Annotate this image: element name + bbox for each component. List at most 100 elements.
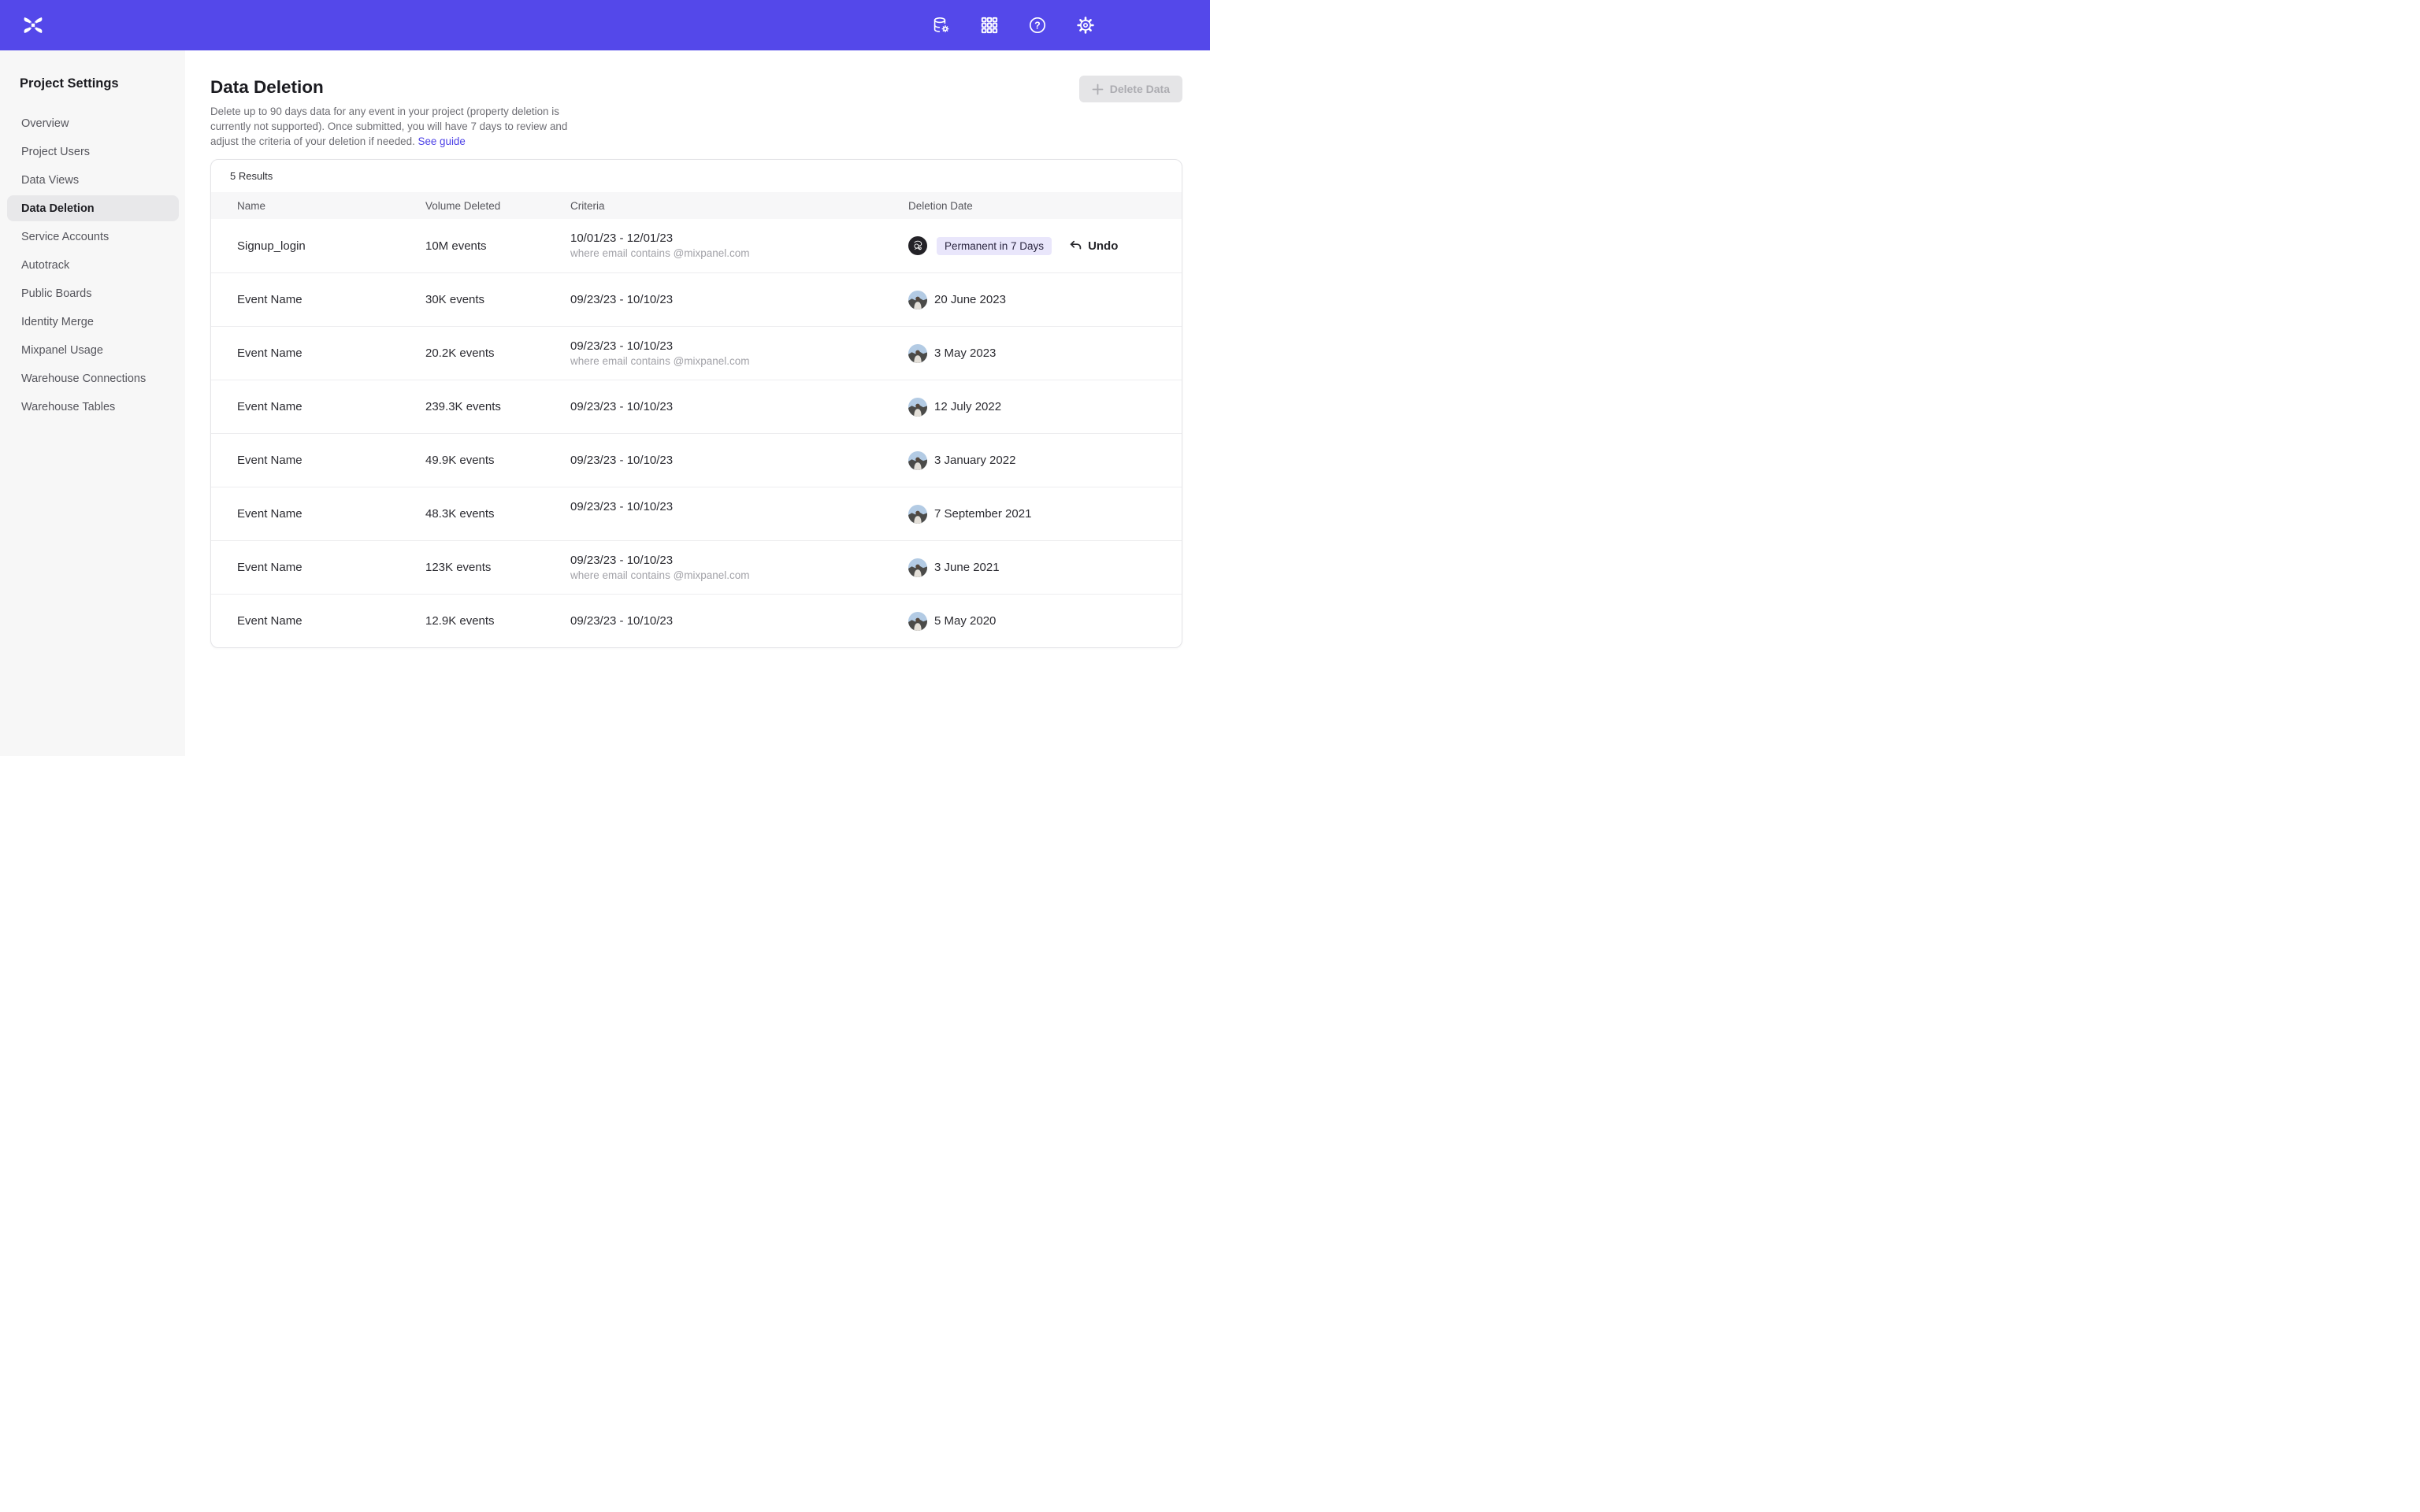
sidebar-item-label: Autotrack	[21, 259, 69, 272]
apps-grid-icon[interactable]	[980, 16, 999, 35]
volume-deleted-cell: 20.2K events	[425, 346, 570, 360]
delete-data-label: Delete Data	[1110, 83, 1170, 95]
criteria-date-range: 10/01/23 - 12/01/23	[570, 232, 908, 245]
sidebar-item-overview[interactable]: Overview	[7, 110, 179, 136]
user-photo-avatar	[908, 612, 927, 631]
undo-button[interactable]: Undo	[1069, 239, 1118, 253]
table-row: Event Name239.3K events09/23/23 - 10/10/…	[211, 380, 1182, 433]
criteria-cell: 10/01/23 - 12/01/23where email contains …	[570, 232, 908, 260]
sidebar-item-label: Data Views	[21, 174, 79, 187]
status-badge: Permanent in 7 Days	[937, 237, 1052, 255]
criteria-date-range: 09/23/23 - 10/10/23	[570, 500, 908, 513]
user-photo-avatar	[908, 558, 927, 577]
volume-deleted-cell: 49.9K events	[425, 454, 570, 467]
results-count: 5 Results	[211, 160, 1182, 192]
help-icon[interactable]: ?	[1028, 16, 1047, 35]
column-header-name: Name	[237, 200, 425, 212]
sidebar-item-label: Data Deletion	[21, 202, 95, 215]
undo-label: Undo	[1088, 239, 1118, 253]
sidebar-item-identity-merge[interactable]: Identity Merge	[7, 309, 179, 335]
sidebar-item-label: Public Boards	[21, 287, 91, 300]
event-name-cell: Event Name	[237, 614, 425, 628]
event-name-cell: Event Name	[237, 507, 425, 521]
table-row: Signup_login10M events10/01/23 - 12/01/2…	[211, 219, 1182, 272]
criteria-date-range: 09/23/23 - 10/10/23	[570, 400, 908, 413]
sidebar-item-list: Overview Project Users Data Views Data Dele…	[0, 110, 185, 420]
criteria-filter: where email contains @mixpanel.com	[570, 355, 908, 368]
navbar-icon-group: ?	[932, 0, 1095, 50]
table-row: Event Name49.9K events09/23/23 - 10/10/2…	[211, 433, 1182, 487]
volume-deleted-cell: 48.3K events	[425, 507, 570, 521]
user-photo-avatar	[908, 344, 927, 363]
criteria-cell: 09/23/23 - 10/10/23	[570, 293, 908, 306]
sidebar-item-mixpanel-usage[interactable]: Mixpanel Usage	[7, 337, 179, 363]
sidebar-item-data-views[interactable]: Data Views	[7, 167, 179, 193]
deletion-date-cell: 20 June 2023	[908, 291, 1163, 309]
see-guide-link[interactable]: See guide	[418, 135, 466, 147]
sidebar-item-label: Overview	[21, 117, 69, 130]
deletion-date-text: 3 January 2022	[934, 454, 1015, 467]
user-photo-avatar	[908, 505, 927, 524]
event-name-cell: Event Name	[237, 293, 425, 306]
user-photo-avatar	[908, 451, 927, 470]
table-row: Event Name48.3K events09/23/23 - 10/10/2…	[211, 487, 1182, 540]
dark-illustration-avatar	[908, 236, 927, 255]
sidebar-item-warehouse-connections[interactable]: Warehouse Connections	[7, 365, 179, 391]
criteria-cell: 09/23/23 - 10/10/23 where email contains …	[570, 339, 908, 368]
sidebar-item-public-boards[interactable]: Public Boards	[7, 280, 179, 306]
deletion-date-cell: 3 May 2023	[908, 344, 1163, 363]
deletion-date-text: 12 July 2022	[934, 400, 1001, 413]
page-description: Delete up to 90 days data for any event …	[210, 104, 1182, 149]
column-header-volume-deleted: Volume Deleted	[425, 200, 570, 212]
volume-deleted-cell: 239.3K events	[425, 400, 570, 413]
deletion-date-text: 20 June 2023	[934, 293, 1006, 306]
criteria-cell: 09/23/23 - 10/10/23	[570, 500, 908, 528]
sidebar-item-warehouse-tables[interactable]: Warehouse Tables	[7, 394, 179, 420]
settings-gear-icon[interactable]	[1076, 16, 1095, 35]
volume-deleted-cell: 10M events	[425, 239, 570, 253]
volume-deleted-cell: 123K events	[425, 561, 570, 574]
sidebar-item-label: Identity Merge	[21, 316, 94, 328]
project-settings-sidebar: Project Settings Overview Project Users Da…	[0, 50, 185, 756]
volume-deleted-cell: 30K events	[425, 293, 570, 306]
deletion-date-cell: 7 September 2021	[908, 505, 1163, 524]
database-gear-icon[interactable]	[932, 16, 951, 35]
criteria-date-range: 09/23/23 - 10/10/23	[570, 454, 908, 467]
description-line: Delete up to 90 days data for any event …	[210, 104, 1182, 119]
delete-data-button[interactable]: Delete Data	[1079, 76, 1182, 102]
criteria-date-range: 09/23/23 - 10/10/23	[570, 339, 908, 353]
deletion-requests-card: 5 Results Name Volume Deleted Criteria D…	[210, 159, 1182, 648]
criteria-date-range: 09/23/23 - 10/10/23	[570, 614, 908, 628]
deletion-date-text: 3 June 2021	[934, 561, 1000, 574]
mixpanel-logo-icon[interactable]	[21, 13, 45, 37]
top-navbar: ?	[0, 0, 1210, 50]
column-header-deletion-date: Deletion Date	[908, 200, 1163, 212]
sidebar-item-project-users[interactable]: Project Users	[7, 139, 179, 165]
event-name-cell: Event Name	[237, 346, 425, 360]
criteria-filter: where email contains @mixpanel.com	[570, 569, 908, 582]
description-line-text: adjust the criteria of your deletion if …	[210, 135, 418, 147]
criteria-cell: 09/23/23 - 10/10/23	[570, 454, 908, 467]
user-photo-avatar	[908, 398, 927, 417]
deletion-date-text: 5 May 2020	[934, 614, 996, 628]
plus-icon	[1092, 83, 1104, 95]
sidebar-item-service-accounts[interactable]: Service Accounts	[7, 224, 179, 250]
description-line: currently not supported). Once submitted…	[210, 119, 1182, 134]
criteria-cell: 09/23/23 - 10/10/23	[570, 400, 908, 413]
deletion-date-cell: 12 July 2022	[908, 398, 1163, 417]
main-content: Data Deletion Delete up to 90 days data …	[185, 50, 1210, 756]
criteria-cell: 09/23/23 - 10/10/23where email contains …	[570, 554, 908, 582]
page-title: Data Deletion	[210, 78, 1182, 97]
event-name-cell: Event Name	[237, 454, 425, 467]
deletion-date-text: 3 May 2023	[934, 346, 996, 360]
deletion-date-cell: Permanent in 7 Days Undo	[908, 236, 1163, 255]
sidebar-item-data-deletion[interactable]: Data Deletion	[7, 195, 179, 221]
criteria-date-range: 09/23/23 - 10/10/23	[570, 293, 908, 306]
sidebar-heading: Project Settings	[0, 76, 185, 91]
event-name-cell: Signup_login	[237, 239, 425, 253]
user-photo-avatar	[908, 291, 927, 309]
sidebar-item-autotrack[interactable]: Autotrack	[7, 252, 179, 278]
sidebar-item-label: Mixpanel Usage	[21, 344, 103, 357]
table-row: Event Name123K events09/23/23 - 10/10/23…	[211, 540, 1182, 594]
event-name-cell: Event Name	[237, 561, 425, 574]
